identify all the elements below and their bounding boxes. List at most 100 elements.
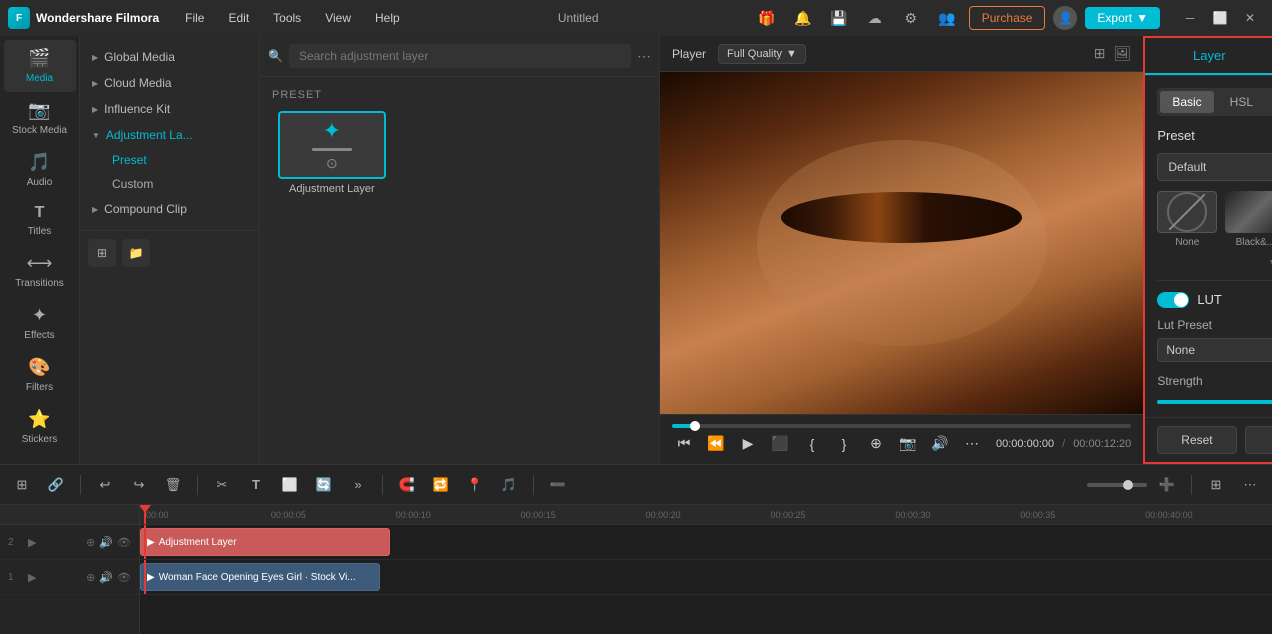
menu-help[interactable]: Help (371, 9, 404, 27)
mark-in-btn[interactable]: { (800, 432, 824, 456)
tl-undo-btn[interactable]: ↩ (91, 471, 119, 499)
clip-adjustment[interactable]: ▶ Adjustment Layer (140, 528, 390, 556)
tl-link-btn[interactable]: 🔗 (42, 471, 70, 499)
preset-option-none[interactable]: None (1157, 191, 1217, 248)
search-input[interactable] (289, 44, 631, 68)
tab-layer[interactable]: Layer (1145, 38, 1272, 75)
ruler-mark-7: 00:00:35 (1018, 510, 1143, 520)
camera-btn[interactable]: 📷 (896, 432, 920, 456)
more-btn[interactable]: ⋯ (960, 432, 984, 456)
track-audio-icon[interactable]: 🔊 (99, 536, 113, 549)
video-container (660, 72, 1143, 414)
panel-sub-item-custom[interactable]: Custom (80, 172, 259, 196)
lut-preset-select[interactable]: None ▼ (1157, 338, 1272, 362)
grid-view-icon[interactable]: ⊞ (1094, 45, 1106, 62)
tl-marker-btn[interactable]: 📍 (461, 471, 489, 499)
menu-edit[interactable]: Edit (224, 9, 253, 27)
purchase-button[interactable]: Purchase (969, 6, 1046, 30)
panel-sub-item-preset[interactable]: Preset (80, 148, 259, 172)
toolbar-item-filters[interactable]: 🎨 Filters (4, 349, 76, 401)
panel-item-global-media[interactable]: ▶ Global Media (80, 44, 259, 70)
save-icon[interactable]: 💾 (825, 4, 853, 32)
lut-toggle[interactable] (1157, 292, 1189, 308)
tl-magnet-btn[interactable]: 🧲 (393, 471, 421, 499)
progress-handle[interactable] (690, 421, 700, 431)
panel-item-adjustment-layer[interactable]: ▼ Adjustment La... (80, 122, 259, 148)
tl-more-btn[interactable]: » (344, 471, 372, 499)
tl-dots-btn[interactable]: ⋯ (1236, 471, 1264, 499)
ruler-mark-4: 00:00:20 (644, 510, 769, 520)
tl-grid-btn[interactable]: ⊞ (1202, 471, 1230, 499)
clip-video[interactable]: ▶ Woman Face Opening Eyes Girl · Stock V… (140, 563, 380, 591)
preset-item-adjustment[interactable]: ✦ ⊙ Adjustment Layer (272, 111, 392, 195)
tl-zoom-slider[interactable] (1087, 483, 1147, 487)
menu-tools[interactable]: Tools (269, 9, 305, 27)
preset-dropdown[interactable]: Default ▼ (1157, 153, 1272, 181)
stop-btn[interactable]: ⬛ (768, 432, 792, 456)
track-eye-icon[interactable]: 👁 (117, 536, 131, 549)
toggle-knob (1174, 293, 1188, 307)
color-tab-hsl[interactable]: HSL (1218, 91, 1265, 113)
tl-zoom-knob[interactable] (1123, 480, 1133, 490)
toolbar-item-effects[interactable]: ✦ Effects (4, 297, 76, 349)
strength-slider[interactable] (1157, 400, 1272, 404)
menu-file[interactable]: File (181, 9, 208, 27)
skip-back-btn[interactable]: ⏮ (672, 432, 696, 456)
preset-thumb-adjustment: ✦ ⊙ (278, 111, 386, 179)
panel-item-cloud-media[interactable]: ▶ Cloud Media (80, 70, 259, 96)
minimize-button[interactable]: ─ (1176, 4, 1204, 32)
keyframe-panel-button[interactable]: Keyframe Panel (1245, 426, 1272, 454)
track-audio-icon-1[interactable]: 🔊 (99, 571, 113, 584)
audio-btn[interactable]: 🔊 (928, 432, 952, 456)
logo-icon: F (8, 7, 30, 29)
gift-icon[interactable]: 🎁 (753, 4, 781, 32)
document-title: Untitled (558, 11, 599, 25)
options-button[interactable]: ⋯ (637, 48, 651, 65)
tl-audio-btn[interactable]: 🎵 (495, 471, 523, 499)
maximize-button[interactable]: ⬜ (1206, 4, 1234, 32)
import-btn[interactable]: 📁 (122, 239, 150, 267)
toolbar-item-media[interactable]: 🎬 Media (4, 40, 76, 92)
toolbar-item-titles[interactable]: T Titles (4, 196, 76, 245)
track-add-icon-1[interactable]: ⊕ (86, 571, 95, 584)
toolbar-item-stock-media[interactable]: 📷 Stock Media (4, 92, 76, 144)
export-button[interactable]: Export ▼ (1085, 7, 1160, 29)
settings-icon[interactable]: ⚙ (897, 4, 925, 32)
toolbar-item-templates[interactable]: ⊞ Templates (4, 453, 76, 464)
tl-minus-btn[interactable]: ➖ (544, 471, 572, 499)
tl-layout-btn[interactable]: ⊞ (8, 471, 36, 499)
reset-button[interactable]: Reset (1157, 426, 1236, 454)
tl-redo-btn[interactable]: ↪ (125, 471, 153, 499)
fullscreen-icon[interactable]: 🖼 (1114, 45, 1132, 62)
toolbar-item-audio[interactable]: 🎵 Audio (4, 144, 76, 196)
add-media-btn[interactable]: ⊞ (88, 239, 116, 267)
track-add-icon[interactable]: ⊕ (86, 536, 95, 549)
tl-rotate-btn[interactable]: 🔄 (310, 471, 338, 499)
color-tab-basic[interactable]: Basic (1160, 91, 1213, 113)
cloud-icon[interactable]: ☁ (861, 4, 889, 32)
tl-cut-btn[interactable]: ✂ (208, 471, 236, 499)
user-avatar[interactable]: 👤 (1053, 6, 1077, 30)
play-btn[interactable]: ▶ (736, 432, 760, 456)
progress-bar[interactable] (672, 424, 1131, 428)
menu-view[interactable]: View (321, 9, 355, 27)
step-back-btn[interactable]: ⏪ (704, 432, 728, 456)
toolbar-item-transitions[interactable]: ⟷ Transitions (4, 245, 76, 297)
community-icon[interactable]: 👥 (933, 4, 961, 32)
tl-crop-btn[interactable]: ⬜ (276, 471, 304, 499)
close-button[interactable]: ✕ (1236, 4, 1264, 32)
tl-loop-btn[interactable]: 🔁 (427, 471, 455, 499)
toolbar-item-stickers[interactable]: ⭐ Stickers (4, 401, 76, 453)
playhead[interactable] (144, 505, 146, 524)
tl-plus-btn[interactable]: ➕ (1153, 471, 1181, 499)
tl-text-btn[interactable]: T (242, 471, 270, 499)
panel-item-compound-clip[interactable]: ▶ Compound Clip (80, 196, 259, 222)
upgrade-icon[interactable]: 🔔 (789, 4, 817, 32)
track-eye-icon-1[interactable]: 👁 (117, 571, 131, 584)
panel-item-influence-kit[interactable]: ▶ Influence Kit (80, 96, 259, 122)
tl-delete-btn[interactable]: 🗑 (159, 471, 187, 499)
mark-out-btn[interactable]: } (832, 432, 856, 456)
add-marker-btn[interactable]: ⊕ (864, 432, 888, 456)
quality-selector[interactable]: Full Quality ▼ (718, 44, 806, 64)
preset-option-black[interactable]: Black&... (1225, 191, 1272, 248)
